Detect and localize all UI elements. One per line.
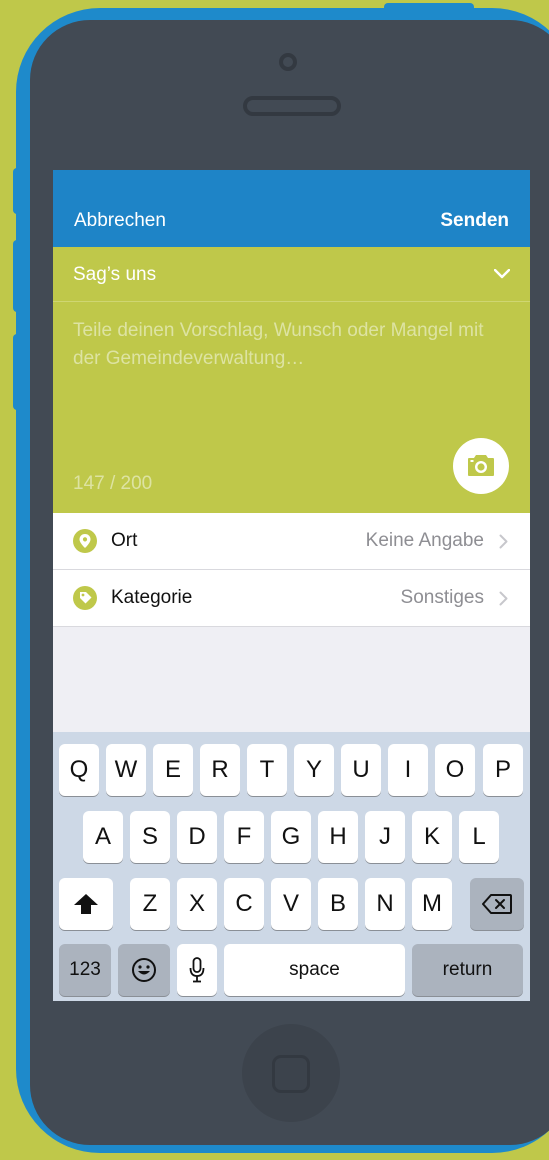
front-camera [279,53,297,71]
key-u[interactable]: U [341,744,381,796]
key-h[interactable]: H [318,811,358,863]
key-n[interactable]: N [365,878,405,930]
power-button [384,3,474,13]
location-row[interactable]: Ort Keine Angabe [53,513,530,570]
key-e[interactable]: E [153,744,193,796]
shift-key[interactable] [59,878,113,930]
key-w[interactable]: W [106,744,146,796]
key-o[interactable]: O [435,744,475,796]
volume-down-button [13,334,21,410]
location-value: Keine Angabe [365,530,484,551]
key-p[interactable]: P [483,744,523,796]
key-j[interactable]: J [365,811,405,863]
mute-switch [13,168,21,214]
on-screen-keyboard: Q W E R T Y U I O P A S D F G H J K L Z … [53,732,530,1001]
location-pin-icon [73,529,97,553]
camera-icon [468,455,494,476]
key-k[interactable]: K [412,811,452,863]
location-label: Ort [111,530,138,551]
key-c[interactable]: C [224,878,264,930]
key-i[interactable]: I [388,744,428,796]
key-g[interactable]: G [271,811,311,863]
dictation-key[interactable] [177,944,217,996]
key-b[interactable]: B [318,878,358,930]
key-q[interactable]: Q [59,744,99,796]
key-d[interactable]: D [177,811,217,863]
numbers-key[interactable]: 123 [59,944,111,996]
category-row[interactable]: Kategorie Sonstiges [53,570,530,627]
compose-panel: Sag’s uns Teile deinen Vorschlag, Wunsch… [53,247,530,513]
key-a[interactable]: A [83,811,123,863]
navigation-bar: Abbrechen Senden [53,170,530,247]
type-selector[interactable]: Sag’s uns [53,247,530,302]
earpiece-speaker [243,96,341,116]
emoji-icon [132,958,156,982]
type-selector-label: Sag’s uns [73,264,157,285]
key-v[interactable]: V [271,878,311,930]
key-y[interactable]: Y [294,744,334,796]
shift-arrow-icon [74,894,98,914]
backspace-key[interactable] [470,878,524,930]
message-textarea[interactable]: Teile deinen Vorschlag, Wunsch oder Mang… [73,317,513,373]
volume-up-button [13,240,21,312]
key-r[interactable]: R [200,744,240,796]
chevron-down-icon [494,269,510,279]
return-key[interactable]: return [412,944,523,996]
key-l[interactable]: L [459,811,499,863]
chevron-right-icon [499,534,508,549]
key-m[interactable]: M [412,878,452,930]
key-s[interactable]: S [130,811,170,863]
category-value: Sonstiges [400,587,484,608]
key-f[interactable]: F [224,811,264,863]
key-x[interactable]: X [177,878,217,930]
key-z[interactable]: Z [130,878,170,930]
space-key[interactable]: space [224,944,405,996]
emoji-key[interactable] [118,944,170,996]
backspace-icon [482,894,512,914]
camera-button[interactable] [453,438,509,494]
home-button-square-icon [272,1055,310,1093]
chevron-right-icon [499,591,508,606]
microphone-icon [189,957,205,983]
category-label: Kategorie [111,587,193,608]
send-button[interactable]: Senden [440,210,509,232]
character-counter: 147 / 200 [73,473,153,494]
key-t[interactable]: T [247,744,287,796]
app-screen: Abbrechen Senden Sag’s uns Teile deinen … [53,170,530,1001]
tag-icon [73,586,97,610]
cancel-button[interactable]: Abbrechen [74,210,166,232]
